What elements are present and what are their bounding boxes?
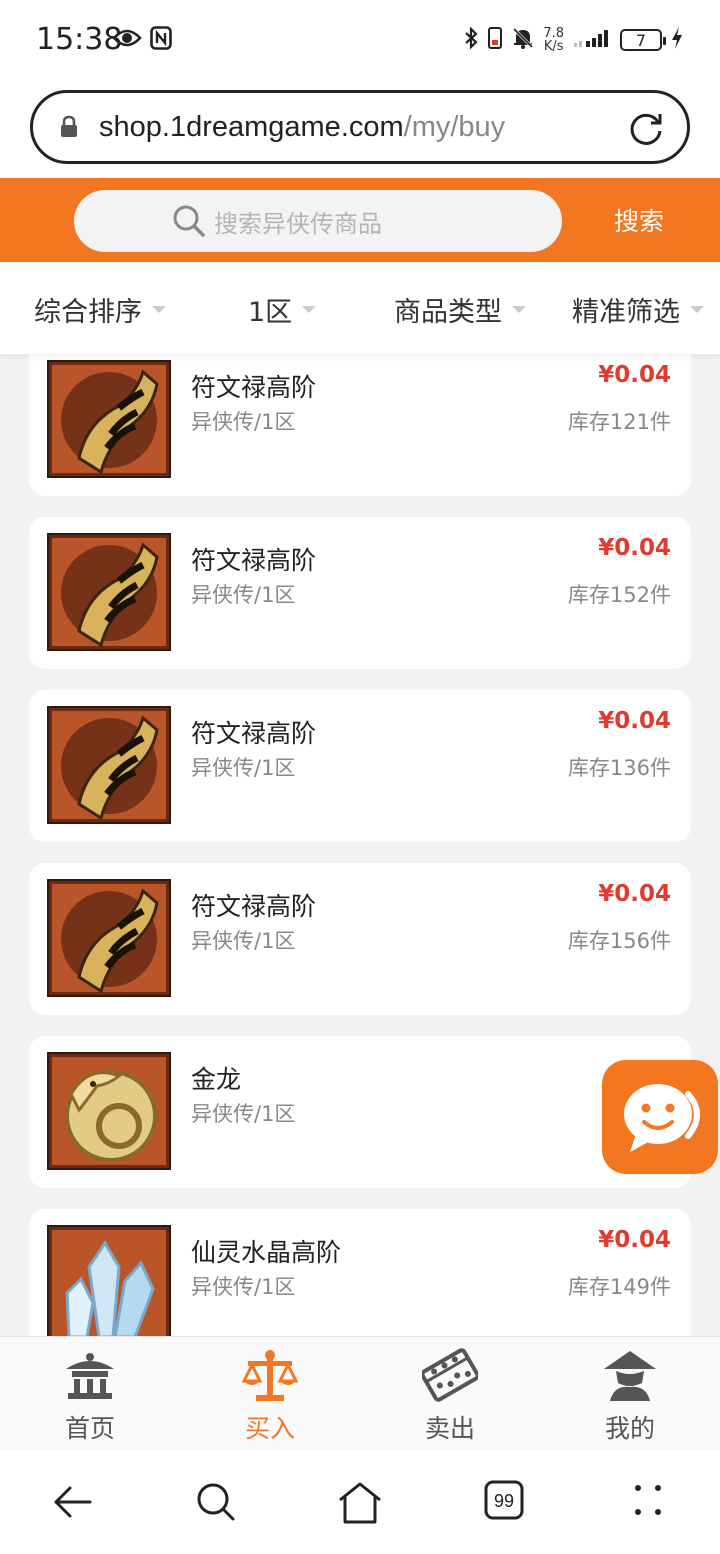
search-input[interactable]: 搜索异侠传商品 xyxy=(74,190,562,252)
bell-off-icon xyxy=(511,26,535,54)
battery-indicator: 7 xyxy=(620,29,666,51)
caret-down-icon xyxy=(512,306,526,313)
scale-icon xyxy=(242,1350,298,1401)
search-header: 搜索异侠传商品 搜索 xyxy=(0,178,720,262)
eye-icon xyxy=(112,27,142,53)
product-card[interactable]: 符文禄高阶 异侠传/1区 ¥0.04 库存152件 xyxy=(29,517,691,669)
product-stock: 库存156件 xyxy=(567,929,671,953)
crystal-icon xyxy=(47,1225,171,1336)
status-bar: 15:38 7.8 K/s 7 xyxy=(0,0,720,82)
tab-sell[interactable]: 卖出 xyxy=(360,1337,540,1451)
network-speed: 7.8 K/s xyxy=(543,26,564,54)
rune-scroll-icon xyxy=(47,533,171,651)
rune-scroll-icon xyxy=(47,360,171,478)
product-list: 符文禄高阶 异侠传/1区 ¥0.04 库存121件 符文禄高阶 异侠传/1区 ¥… xyxy=(0,354,720,1336)
lock-icon xyxy=(59,115,79,143)
product-name: 符文禄高阶 xyxy=(191,719,317,748)
browser-toolbar: shop.1dreamgame.com/my/buy xyxy=(0,82,720,178)
product-server: 异侠传/1区 xyxy=(191,1275,296,1299)
reload-icon[interactable] xyxy=(627,109,665,151)
address-bar[interactable]: shop.1dreamgame.com/my/buy xyxy=(30,90,690,164)
product-price: ¥0.04 xyxy=(598,708,671,734)
product-card[interactable]: 符文禄高阶 异侠传/1区 ¥0.04 库存121件 xyxy=(29,354,691,496)
product-name: 符文禄高阶 xyxy=(191,892,317,921)
product-price: ¥0.04 xyxy=(598,535,671,561)
golden-dragon-icon xyxy=(47,1052,171,1170)
rune-scroll-icon xyxy=(47,706,171,824)
tab-home[interactable]: 首页 xyxy=(0,1337,180,1451)
product-stock: 库存136件 xyxy=(567,756,671,780)
charging-icon xyxy=(670,26,684,54)
tabs-icon[interactable]: 99 xyxy=(484,1480,524,1524)
filter-bar: 综合排序 1区 商品类型 精准筛选 xyxy=(0,262,720,354)
home-icon[interactable] xyxy=(336,1480,384,1530)
tab-mine-label: 我的 xyxy=(604,1414,655,1443)
menu-dots-icon[interactable] xyxy=(630,1480,666,1524)
search-icon xyxy=(172,204,206,242)
tab-sell-label: 卖出 xyxy=(424,1414,475,1443)
caret-down-icon xyxy=(690,306,704,313)
product-server: 异侠传/1区 xyxy=(191,1102,296,1126)
tab-buy[interactable]: 买入 xyxy=(180,1337,360,1451)
signal-icon xyxy=(572,27,612,53)
nfc-icon xyxy=(150,26,172,54)
url-text: shop.1dreamgame.com/my/buy xyxy=(99,111,506,143)
product-name: 符文禄高阶 xyxy=(191,373,317,402)
product-stock: 库存152件 xyxy=(567,583,671,607)
straw-hat-person-icon xyxy=(604,1351,656,1401)
system-nav-bar: 99 xyxy=(0,1450,720,1554)
abacus-icon xyxy=(422,1348,478,1402)
tab-home-label: 首页 xyxy=(64,1414,115,1443)
caret-down-icon xyxy=(302,306,317,313)
product-price: ¥0.04 xyxy=(598,362,671,388)
product-server: 异侠传/1区 xyxy=(191,410,296,434)
product-server: 异侠传/1区 xyxy=(191,583,296,607)
product-name: 仙灵水晶高阶 xyxy=(191,1238,342,1267)
tab-mine[interactable]: 我的 xyxy=(540,1337,720,1451)
chat-smile-icon xyxy=(602,1084,718,1178)
pavilion-icon xyxy=(66,1353,114,1399)
phone-vibrate-icon xyxy=(487,26,503,54)
product-card[interactable]: 仙灵水晶高阶 异侠传/1区 ¥0.04 库存149件 xyxy=(29,1209,691,1336)
bottom-tab-bar: 首页 买入 卖出 我的 xyxy=(0,1336,720,1450)
filter-precise[interactable]: 精准筛选 xyxy=(572,290,704,329)
filter-item-type[interactable]: 商品类型 xyxy=(394,290,526,329)
filter-server[interactable]: 1区 xyxy=(248,290,317,329)
product-price: ¥0.04 xyxy=(598,1227,671,1253)
back-icon[interactable] xyxy=(50,1480,94,1528)
product-price: ¥0.04 xyxy=(598,881,671,907)
product-server: 异侠传/1区 xyxy=(191,929,296,953)
search-button[interactable]: 搜索 xyxy=(614,202,664,238)
product-card[interactable]: 符文禄高阶 异侠传/1区 ¥0.04 库存136件 xyxy=(29,690,691,842)
search-placeholder: 搜索异侠传商品 xyxy=(214,210,382,238)
search-icon[interactable] xyxy=(194,1480,238,1528)
customer-service-button[interactable] xyxy=(602,1060,718,1174)
caret-down-icon xyxy=(152,306,166,313)
product-stock: 库存121件 xyxy=(567,410,671,434)
tab-buy-label: 买入 xyxy=(244,1414,295,1443)
svg-text:99: 99 xyxy=(494,1491,514,1511)
bluetooth-icon xyxy=(463,26,479,54)
product-card[interactable]: 符文禄高阶 异侠传/1区 ¥0.04 库存156件 xyxy=(29,863,691,1015)
product-name: 金龙 xyxy=(191,1065,242,1094)
rune-scroll-icon xyxy=(47,879,171,997)
status-time: 15:38 xyxy=(36,22,123,57)
product-card[interactable]: 金龙 异侠传/1区 库 xyxy=(29,1036,691,1188)
product-stock: 库存149件 xyxy=(567,1275,671,1299)
filter-sort[interactable]: 综合排序 xyxy=(34,290,166,329)
product-name: 符文禄高阶 xyxy=(191,546,317,575)
product-server: 异侠传/1区 xyxy=(191,756,296,780)
